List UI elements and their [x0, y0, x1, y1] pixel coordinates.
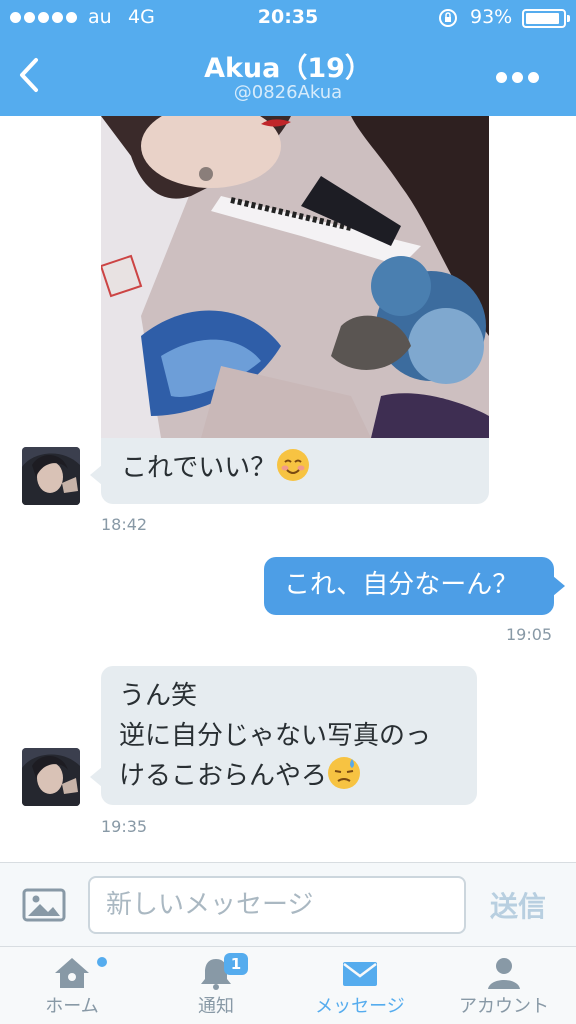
bubble-tail	[553, 576, 565, 596]
tab-home[interactable]: ホーム	[0, 947, 144, 1024]
tab-label: 通知	[198, 996, 234, 1017]
message-line: けるこおらんやろ	[119, 761, 328, 791]
message-line: 逆に自分じゃない写真のっ	[119, 721, 432, 751]
sweat-face-icon	[328, 757, 361, 789]
notification-badge: 1	[224, 953, 248, 975]
conversation-handle: @0826Akua	[233, 82, 343, 103]
tab-account[interactable]: アカウント	[432, 947, 576, 1024]
more-options-button[interactable]	[496, 66, 546, 88]
message-timestamp: 18:42	[101, 515, 148, 534]
message-input[interactable]	[88, 876, 466, 934]
send-button[interactable]: 送信	[490, 885, 546, 925]
conversation-thread[interactable]: これでいい？ 18:42 これ、自分なーん？ 19:05 うん笑 逆に自分じゃな…	[0, 116, 576, 862]
message-photo[interactable]	[101, 116, 489, 438]
message-text: これでいい？	[121, 453, 277, 483]
battery-percentage: 93%	[470, 6, 513, 28]
avatar[interactable]	[22, 447, 80, 505]
tab-label: メッセージ	[315, 996, 405, 1017]
home-icon	[55, 958, 89, 988]
message-timestamp: 19:05	[506, 625, 553, 644]
conversation-title: Akua（19）	[204, 53, 372, 84]
person-icon	[488, 958, 520, 989]
smiling-face-icon	[277, 449, 310, 481]
message-timestamp: 19:35	[101, 817, 148, 836]
envelope-icon	[343, 962, 377, 986]
message-composer: 送信	[0, 862, 576, 946]
tab-notifications[interactable]: 1 通知	[144, 947, 288, 1024]
message-text: これ、自分なーん？	[284, 570, 519, 600]
more-dots-icon	[496, 71, 507, 83]
message-bubble[interactable]: これ、自分なーん？	[264, 557, 554, 615]
rotation-lock-icon	[439, 9, 457, 27]
image-picker-icon[interactable]	[22, 887, 66, 923]
tab-messages[interactable]: メッセージ	[288, 947, 432, 1024]
message-bubble[interactable]: これでいい？	[101, 438, 489, 504]
unread-dot	[97, 957, 107, 967]
avatar[interactable]	[22, 748, 80, 806]
tab-label: アカウント	[459, 996, 549, 1017]
message-line: うん笑	[119, 681, 198, 711]
tab-bar: ホーム 1 通知 メッセージ アカウント	[0, 946, 576, 1024]
battery-icon	[522, 9, 570, 28]
tab-label: ホーム	[45, 996, 99, 1017]
header-bar: au 4G 20:35 93% Akua（19） @0826Akua	[0, 0, 576, 116]
message-bubble[interactable]: うん笑 逆に自分じゃない写真のっ けるこおらんやろ	[101, 666, 477, 805]
